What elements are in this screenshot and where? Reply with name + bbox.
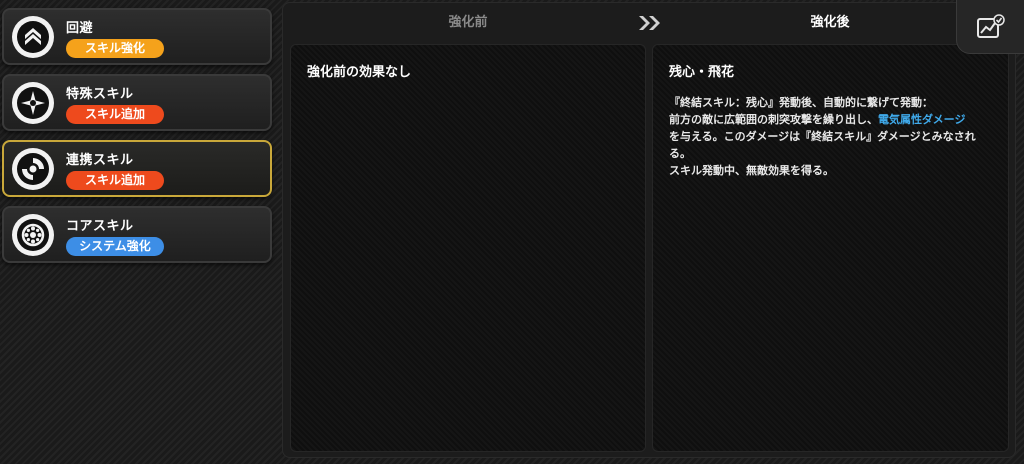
desc-line: を与える。このダメージは『終結スキル』ダメージとみなされる。	[669, 130, 976, 160]
after-title: 残心・飛花	[669, 65, 735, 80]
electric-damage-highlight: 電気属性ダメージ	[878, 113, 966, 126]
skill-tag: スキル強化	[66, 39, 164, 58]
compare-header: 強化前 強化後	[283, 3, 1015, 43]
skill-name: 連携スキル	[66, 153, 134, 168]
skill-name: 回避	[66, 21, 94, 36]
skill-card-chain[interactable]: 連携スキル スキル追加	[2, 140, 272, 197]
compare-panel: 強化前 強化後 強化前の効果なし 残心・飛花 『終結スキル：残心』発動後、自動的…	[282, 2, 1016, 458]
after-box: 残心・飛花 『終結スキル：残心』発動後、自動的に繋げて発動： 前方の敵に広範囲の…	[652, 44, 1009, 452]
before-label: 強化前	[448, 15, 488, 30]
stats-button[interactable]	[956, 0, 1024, 54]
after-description: 『終結スキル：残心』発動後、自動的に繋げて発動： 前方の敵に広範囲の刺突攻撃を繰…	[669, 94, 992, 179]
desc-line: 『終結スキル：残心』発動後、自動的に繋げて発動：	[669, 96, 933, 109]
skill-tag: スキル追加	[66, 105, 164, 124]
desc-line: 前方の敵に広範囲の刺突攻撃を繰り出し、電気属性ダメージ	[669, 111, 992, 128]
skill-card-core[interactable]: コアスキル システム強化	[2, 206, 272, 263]
after-label: 強化後	[810, 15, 850, 30]
skill-tag: システム強化	[66, 237, 164, 256]
evasion-chevron-icon	[12, 16, 54, 58]
core-wheel-icon	[12, 214, 54, 256]
stats-chart-check-icon	[976, 13, 1005, 38]
chain-swirl-icon	[12, 148, 54, 190]
before-title: 強化前の効果なし	[307, 65, 412, 80]
skill-card-special[interactable]: 特殊スキル スキル追加	[2, 74, 272, 131]
skill-name: コアスキル	[66, 219, 134, 234]
desc-text-segment: 前方の敵に広範囲の刺突攻撃を繰り出し、	[669, 113, 878, 126]
desc-line: スキル発動中、無敵効果を得る。	[669, 164, 834, 177]
before-box: 強化前の効果なし	[290, 44, 646, 452]
skill-card-evasion[interactable]: 回避 スキル強化	[2, 8, 272, 65]
skill-name: 特殊スキル	[66, 87, 134, 102]
special-star-icon	[12, 82, 54, 124]
skill-tag: スキル追加	[66, 171, 164, 190]
skill-list: 回避 スキル強化 特殊スキル スキル追加 連携スキル スキル追加 コアスキル シ…	[2, 8, 272, 272]
